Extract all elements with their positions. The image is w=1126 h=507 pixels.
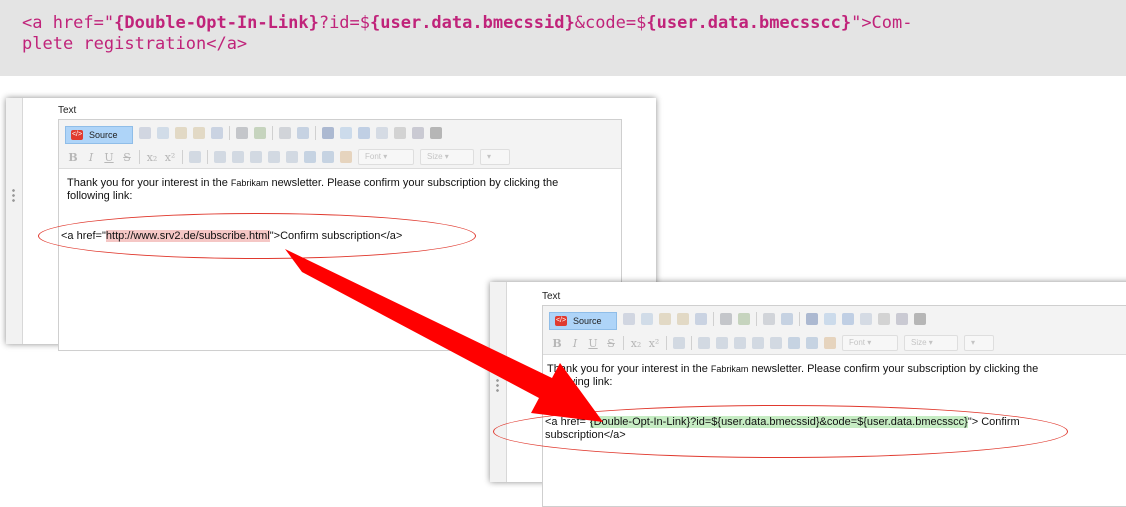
transform-arrow-icon: [285, 249, 603, 422]
